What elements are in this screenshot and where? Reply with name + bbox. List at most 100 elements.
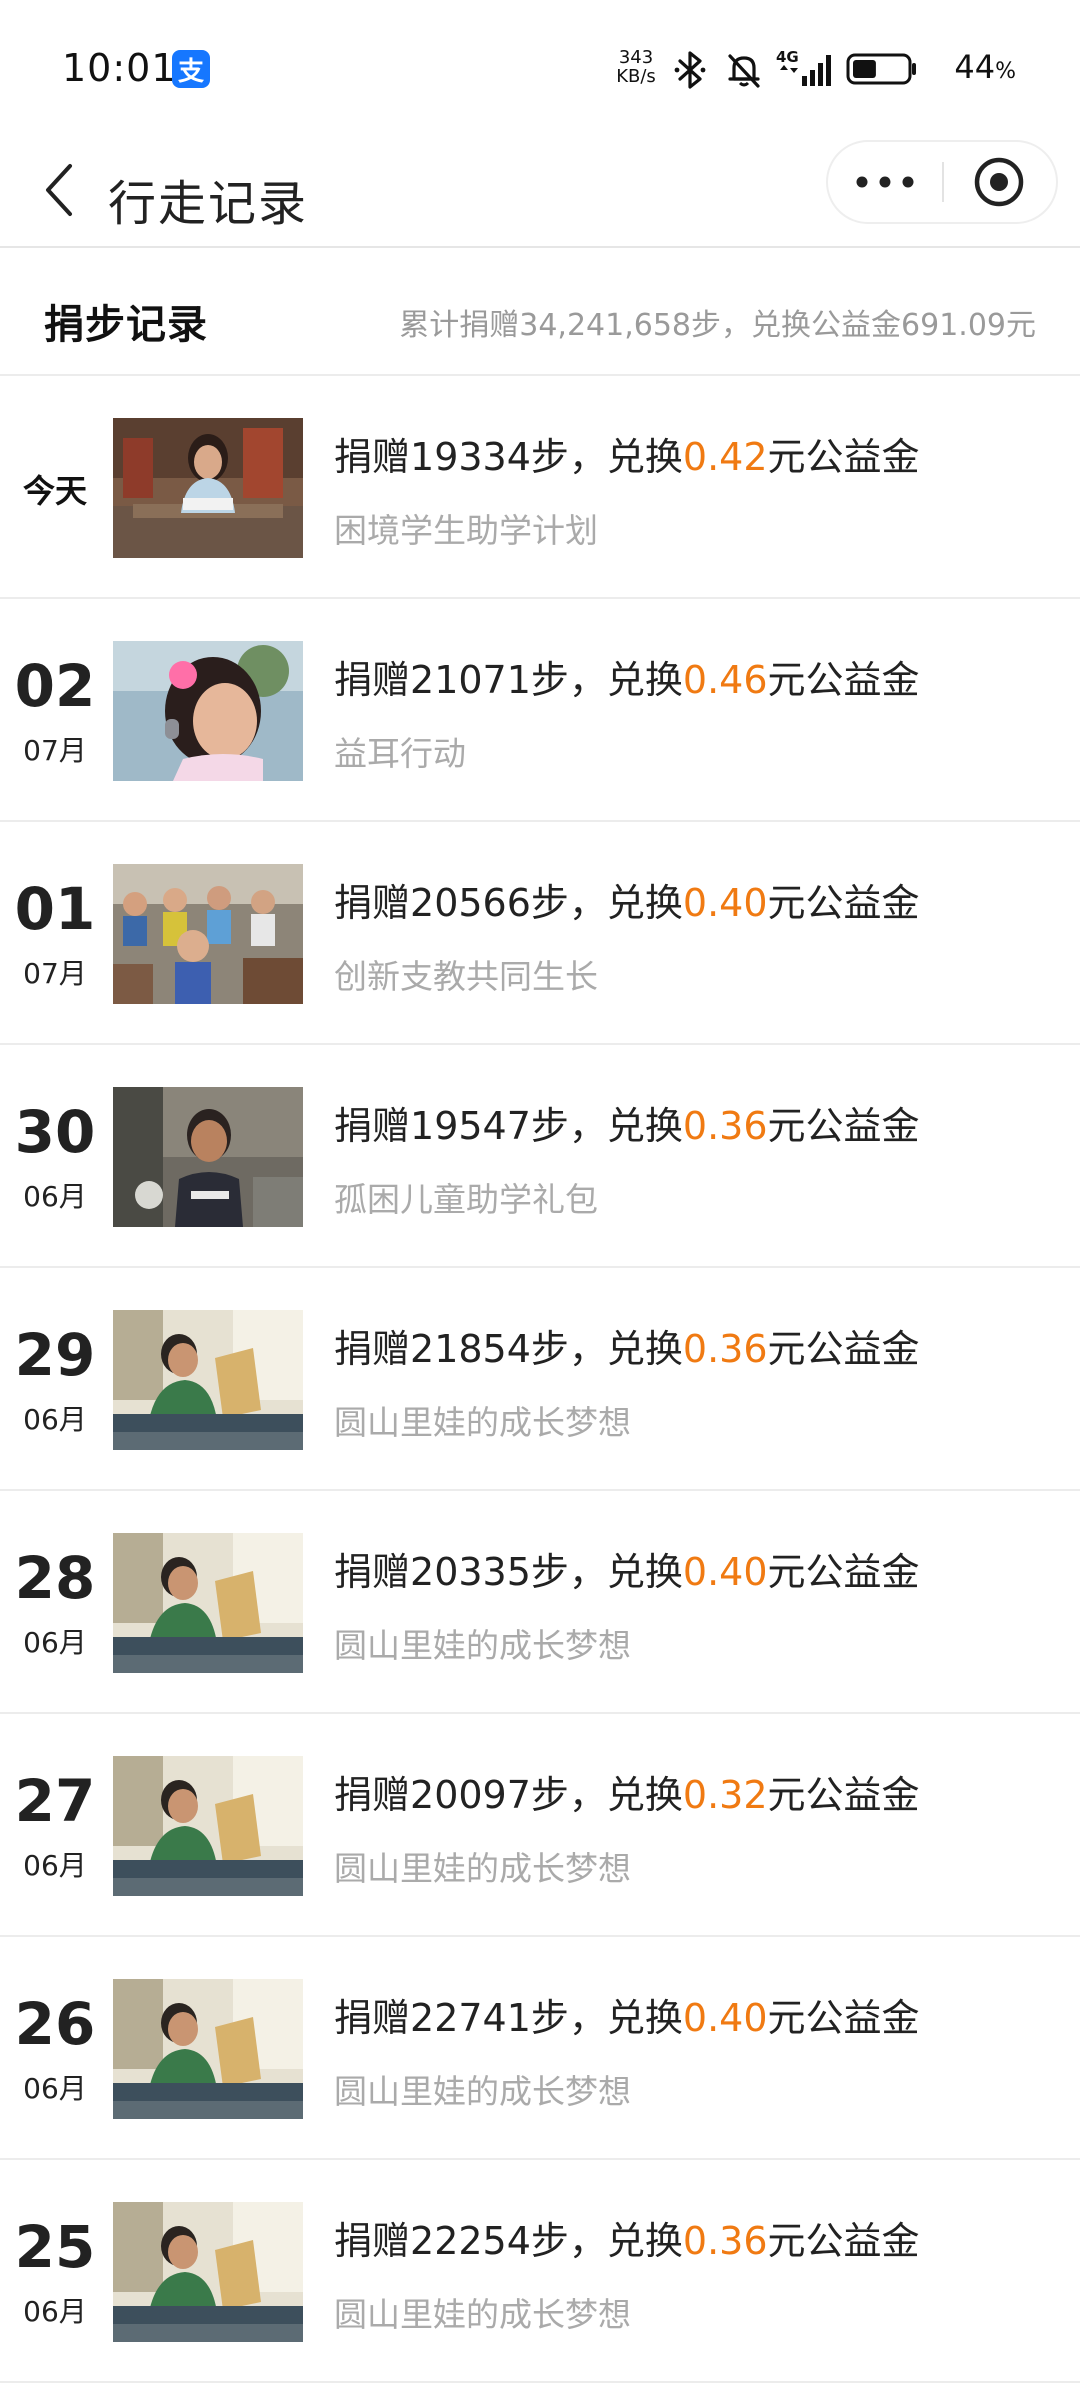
record-date: 28 06月 [12,1491,98,1712]
record-prefix: 捐赠 [334,1327,411,1371]
record-steps-suffix: 步，兑换 [530,435,683,479]
record-row-6[interactable]: 27 06月 捐赠20097步，兑换0.32元公益金 圆山里娃的成长梦想 [0,1714,1080,1937]
record-summary: 捐赠19547步，兑换0.36元公益金 [334,1095,920,1150]
summary-title: 捐步记录 [44,302,208,348]
record-project: 圆山里娃的成长梦想 [334,2295,631,2334]
record-money-suffix: 元公益金 [767,2219,920,2263]
status-indicators: 343 KB/s 4G 44% [610,46,1080,92]
boy-portrait-photo [113,1087,303,1227]
net-speed-unit: KB/s [616,66,656,87]
record-date: 02 07月 [12,599,98,820]
boy-reading-book-photo [113,1756,303,1896]
record-amount: 0.40 [682,1996,768,2040]
record-prefix: 捐赠 [334,2219,411,2263]
boy-reading-book-photo [113,1310,303,1450]
record-money-suffix: 元公益金 [767,1104,920,1148]
record-prefix: 捐赠 [334,1550,411,1594]
record-money-suffix: 元公益金 [767,1550,920,1594]
net-speed-value: 343 [618,47,654,68]
battery-percent-unit: % [995,59,1016,84]
record-row-8[interactable]: 25 06月 捐赠22254步，兑换0.36元公益金 圆山里娃的成长梦想 [0,2160,1080,2383]
record-day: 01 [14,875,96,943]
donation-summary: 捐步记录 累计捐赠34,241,658步，兑换公益金691.09元 [0,248,1080,376]
record-steps: 19334 [410,435,531,479]
chevron-left-icon [46,164,72,216]
record-list: 今天 捐赠19334步，兑换0.42元公益金 困境学生助学计划 02 07月 捐… [0,376,1080,2383]
record-row-0[interactable]: 今天 捐赠19334步，兑换0.42元公益金 困境学生助学计划 [0,376,1080,599]
record-money-suffix: 元公益金 [767,1996,920,2040]
record-date: 01 07月 [12,822,98,1043]
record-steps-suffix: 步，兑换 [530,1773,683,1817]
record-summary: 捐赠20097步，兑换0.32元公益金 [334,1764,920,1819]
record-summary: 捐赠22254步，兑换0.36元公益金 [334,2210,920,2265]
record-steps: 20335 [410,1550,531,1594]
record-day: 26 [14,1990,96,2058]
bluetooth-icon [672,50,708,94]
record-row-2[interactable]: 01 07月 捐赠20566步，兑换0.40元公益金 创新支教共同生长 [0,822,1080,1045]
record-money-suffix: 元公益金 [767,1327,920,1371]
record-money-suffix: 元公益金 [767,435,920,479]
record-steps-suffix: 步，兑换 [530,1550,683,1594]
record-prefix: 捐赠 [334,1996,411,2040]
record-project: 圆山里娃的成长梦想 [334,1849,631,1888]
record-project: 孤困儿童助学礼包 [334,1180,598,1219]
record-amount: 0.42 [682,435,768,479]
girl-with-hearing-aid-photo [113,641,303,781]
signal-icon: 4G [774,46,838,94]
record-day: 28 [14,1544,96,1612]
record-steps: 20566 [410,881,531,925]
record-prefix: 捐赠 [334,1104,411,1148]
record-prefix: 捐赠 [334,435,411,479]
record-row-4[interactable]: 29 06月 捐赠21854步，兑换0.36元公益金 圆山里娃的成长梦想 [0,1268,1080,1491]
record-month: 06月 [23,2295,87,2328]
summary-total: 累计捐赠34,241,658步，兑换公益金691.09元 [399,308,1036,343]
record-steps-suffix: 步，兑换 [530,881,683,925]
record-row-3[interactable]: 30 06月 捐赠19547步，兑换0.36元公益金 孤困儿童助学礼包 [0,1045,1080,1268]
record-month: 07月 [23,957,87,990]
record-project: 圆山里娃的成长梦想 [334,2072,631,2111]
record-amount: 0.36 [682,2219,768,2263]
back-button[interactable] [30,160,90,220]
record-summary: 捐赠21854步，兑换0.36元公益金 [334,1318,920,1373]
more-button[interactable] [828,142,942,222]
record-row-1[interactable]: 02 07月 捐赠21071步，兑换0.46元公益金 益耳行动 [0,599,1080,822]
record-row-5[interactable]: 28 06月 捐赠20335步，兑换0.40元公益金 圆山里娃的成长梦想 [0,1491,1080,1714]
record-prefix: 捐赠 [334,1773,411,1817]
record-prefix: 捐赠 [334,658,411,702]
boy-reading-book-photo [113,1533,303,1673]
record-month: 06月 [23,2072,87,2105]
record-project: 圆山里娃的成长梦想 [334,1403,631,1442]
record-project: 创新支教共同生长 [334,957,598,996]
record-date: 26 06月 [12,1937,98,2158]
battery-percent: 44% [954,48,1016,86]
record-steps: 21854 [410,1327,531,1371]
record-day: 27 [14,1767,96,1835]
record-summary: 捐赠20566步，兑换0.40元公益金 [334,872,920,927]
record-summary: 捐赠20335步，兑换0.40元公益金 [334,1541,920,1596]
close-miniapp-button[interactable] [942,142,1056,222]
girl-reading-photo [113,418,303,558]
record-amount: 0.32 [682,1773,768,1817]
record-row-7[interactable]: 26 06月 捐赠22741步，兑换0.40元公益金 圆山里娃的成长梦想 [0,1937,1080,2160]
record-amount: 0.46 [682,658,768,702]
record-date: 27 06月 [12,1714,98,1935]
record-money-suffix: 元公益金 [767,658,920,702]
record-amount: 0.40 [682,881,768,925]
record-project: 困境学生助学计划 [334,511,598,550]
battery-percent-value: 44 [954,48,996,86]
record-month: 06月 [23,1180,87,1213]
record-month: 06月 [23,1626,87,1659]
classroom-children-photo [113,864,303,1004]
record-prefix: 捐赠 [334,881,411,925]
more-dots-icon [856,176,914,188]
record-project: 圆山里娃的成长梦想 [334,1626,631,1665]
record-day: 25 [14,2213,96,2281]
record-steps-suffix: 步，兑换 [530,1104,683,1148]
mute-bell-icon [724,50,764,94]
status-bar: 10:01 支 343 KB/s 4G 44% [0,0,1080,140]
record-day: 29 [14,1321,96,1389]
boy-reading-book-photo [113,2202,303,2342]
record-steps: 21071 [410,658,531,702]
nav-bar: 行走记录 [0,140,1080,248]
miniapp-capsule [826,140,1058,224]
